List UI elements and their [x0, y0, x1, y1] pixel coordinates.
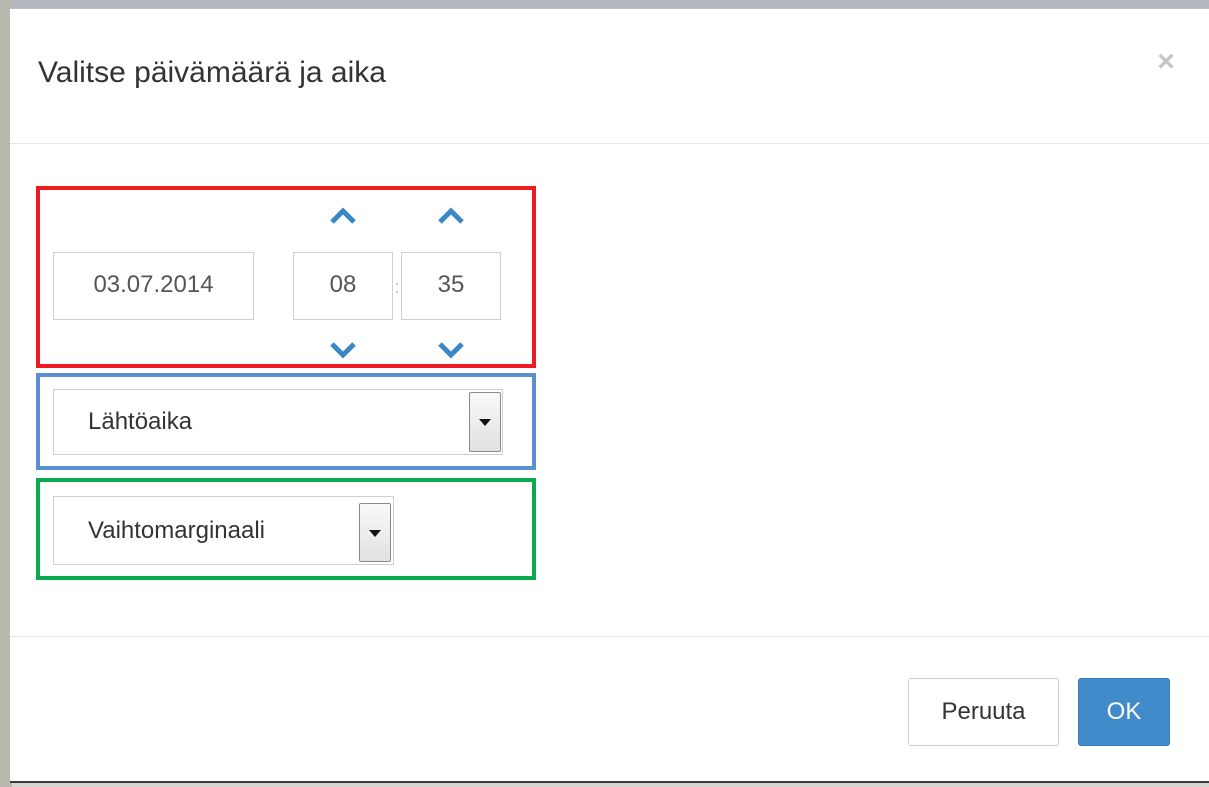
- datetime-dialog: Valitse päivämäärä ja aika × 03.07.2014 …: [10, 8, 1209, 783]
- minute-input[interactable]: 35: [401, 252, 501, 320]
- cancel-button[interactable]: Peruuta: [908, 678, 1059, 746]
- chevron-down-icon[interactable]: [330, 341, 356, 359]
- caret-down-icon[interactable]: [359, 503, 391, 562]
- time-type-value: Lähtöaika: [88, 408, 193, 435]
- time-separator: :: [394, 277, 400, 297]
- hour-input[interactable]: 08: [293, 252, 393, 320]
- ok-button[interactable]: OK: [1078, 678, 1170, 746]
- chevron-up-icon[interactable]: [438, 207, 464, 225]
- transfer-margin-select[interactable]: Vaihtomarginaali: [53, 496, 394, 565]
- close-icon[interactable]: ×: [1151, 47, 1181, 77]
- dialog-title: Valitse päivämäärä ja aika: [38, 56, 386, 89]
- date-input[interactable]: 03.07.2014: [53, 252, 254, 320]
- transfer-margin-value: Vaihtomarginaali: [88, 517, 265, 544]
- dialog-footer: Peruuta OK: [10, 636, 1209, 783]
- chevron-up-icon[interactable]: [330, 207, 356, 225]
- dialog-header: Valitse päivämäärä ja aika ×: [10, 9, 1209, 144]
- caret-down-icon[interactable]: [469, 392, 501, 452]
- chevron-down-icon[interactable]: [438, 341, 464, 359]
- time-type-select[interactable]: Lähtöaika: [53, 389, 503, 455]
